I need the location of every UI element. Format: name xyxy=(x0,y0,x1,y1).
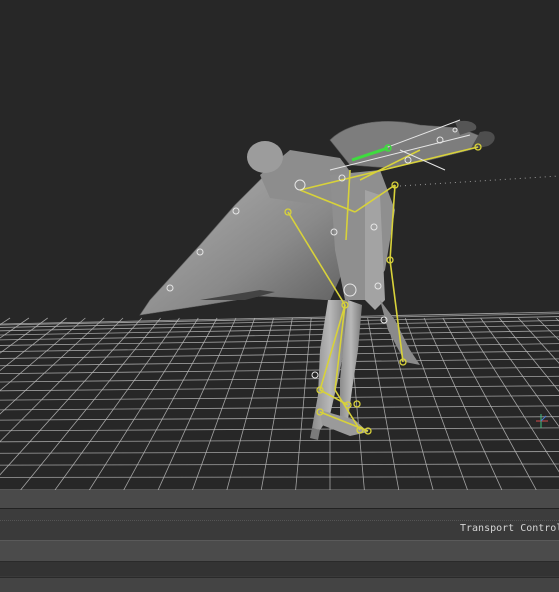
transport-controls-label: Transport Controls xyxy=(460,523,559,534)
bottom-panel: Transport Controls xyxy=(0,490,559,592)
3d-viewport[interactable] xyxy=(0,0,559,490)
bottom-scrollbar[interactable] xyxy=(0,577,559,592)
floor-grid xyxy=(0,311,559,490)
viewport-canvas[interactable] xyxy=(0,0,559,490)
transport-controls-bar[interactable]: Transport Controls xyxy=(0,520,559,539)
status-strip xyxy=(0,562,559,576)
guide-line xyxy=(399,175,559,187)
axis-gizmo-icon xyxy=(536,414,548,428)
transport-button-strip[interactable] xyxy=(0,540,559,562)
timeline-track[interactable] xyxy=(0,490,559,509)
